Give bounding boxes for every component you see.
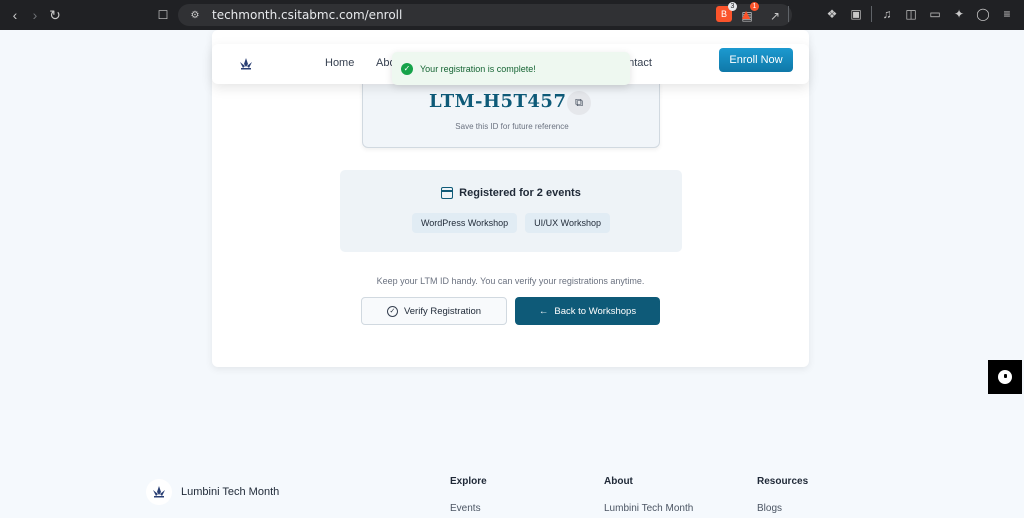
extensions-icon[interactable]: ❖ (823, 5, 841, 23)
back-label: Back to Workshops (554, 305, 637, 317)
site-settings-icon[interactable]: ⚙ (186, 6, 204, 24)
shields-count-badge: 3 (728, 2, 737, 11)
registered-events-box: Registered for 2 events WordPress Worksh… (340, 170, 682, 252)
chat-icon (998, 370, 1012, 384)
screenshot-icon[interactable]: ▣ (847, 5, 865, 23)
forward-arrow-icon[interactable]: › (25, 5, 45, 25)
chat-widget-button[interactable] (988, 360, 1022, 394)
success-toast: ✓ Your registration is complete! (392, 52, 630, 85)
address-bar[interactable]: ⚙ techmonth.csitabmc.com/enroll ▤ ↗ (178, 4, 792, 26)
nav-link-home[interactable]: Home (325, 57, 354, 69)
ltm-id-value: LTM-H5T457 (429, 91, 567, 112)
footer-link-lumbini[interactable]: Lumbini Tech Month (604, 503, 693, 514)
lotus-logo-icon[interactable] (234, 52, 258, 76)
back-to-workshops-button[interactable]: ← Back to Workshops (515, 297, 660, 325)
event-tag: UI/UX Workshop (525, 213, 611, 233)
footer-brand-name: Lumbini Tech Month (181, 486, 280, 498)
copy-icon: ⧉ (575, 96, 583, 109)
site-footer: Lumbini Tech Month Explore Events About … (0, 410, 1024, 518)
url-text: techmonth.csitabmc.com/enroll (212, 8, 403, 22)
calendar-icon (441, 187, 454, 199)
verify-registration-button[interactable]: ✓ Verify Registration (361, 297, 507, 325)
reload-icon[interactable]: ↻ (45, 5, 65, 25)
alert-count-badge: 1 (750, 2, 759, 11)
check-circle-icon: ✓ (401, 62, 413, 75)
back-arrow-icon[interactable]: ‹ (5, 5, 25, 25)
check-circle-icon: ✓ (386, 305, 398, 317)
arrow-left-icon: ← (538, 305, 549, 317)
lotus-logo-icon (146, 479, 172, 505)
footer-link-blogs[interactable]: Blogs (757, 503, 782, 514)
events-heading: Registered for 2 events (459, 187, 581, 199)
footer-heading-explore: Explore (450, 476, 487, 487)
footer-link-events[interactable]: Events (450, 503, 481, 514)
sidebar-icon[interactable]: ◫ (902, 5, 920, 23)
keep-id-note: Keep your LTM ID handy. You can verify y… (376, 276, 645, 286)
id-hint-text: Save this ID for future reference (455, 122, 569, 131)
toolbar-divider (871, 6, 872, 22)
bookmark-icon[interactable]: ☐ (153, 5, 173, 25)
brave-shields-icon[interactable]: B3 (716, 2, 737, 22)
event-tag: WordPress Workshop (411, 213, 518, 233)
enroll-now-button[interactable]: Enroll Now (719, 48, 793, 72)
menu-icon[interactable]: ≡ (998, 5, 1016, 23)
copy-id-button[interactable]: ⧉ (567, 91, 591, 115)
page-viewport: Home Abo ontact Enroll Now ✓ Your regist… (0, 30, 1024, 518)
media-icon[interactable]: ♫ (878, 5, 896, 23)
toast-message: Your registration is complete! (420, 63, 536, 74)
wallet-icon[interactable]: ▭ (926, 5, 944, 23)
footer-heading-resources: Resources (757, 476, 809, 487)
vpn-shield-icon[interactable]: ◯ (974, 5, 992, 23)
toolbar-divider (788, 6, 789, 22)
verify-label: Verify Registration (403, 305, 482, 317)
browser-toolbar: ‹ › ↻ ☐ ⚙ techmonth.csitabmc.com/enroll … (0, 0, 1024, 30)
brave-rewards-icon[interactable]: ▲ 1 (738, 2, 759, 22)
leo-ai-icon[interactable]: ✦ (950, 5, 968, 23)
footer-heading-about: About (604, 476, 633, 487)
